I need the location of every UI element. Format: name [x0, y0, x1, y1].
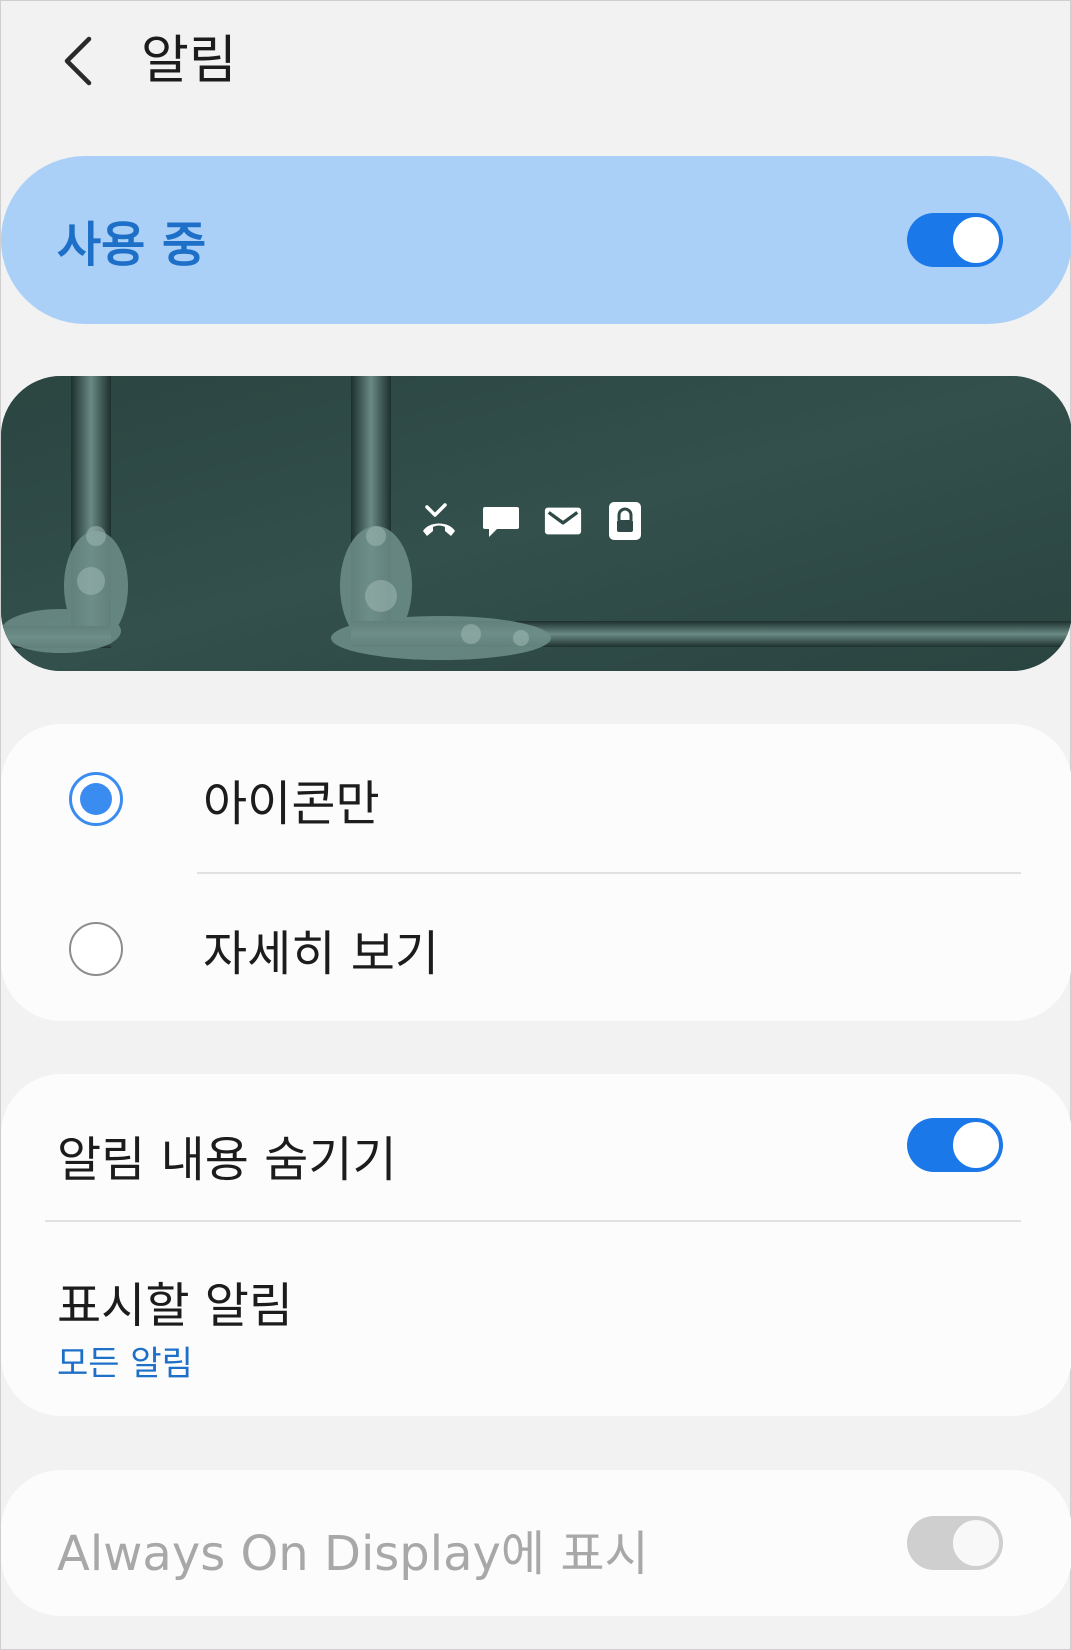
style-option-icons-only[interactable]: 아이콘만 [1, 724, 1071, 874]
radio-detailed[interactable] [69, 922, 123, 976]
aod-label: Always On Display에 표시 [57, 1526, 649, 1582]
notifications-to-show-value: 모든 알림 [57, 1344, 193, 1384]
aod-row[interactable]: Always On Display에 표시 [1, 1470, 1071, 1616]
aod-toggle[interactable] [907, 1516, 1003, 1570]
hide-content-toggle[interactable] [907, 1118, 1003, 1172]
missed-call-icon [419, 501, 459, 541]
hide-content-row[interactable]: 알림 내용 숨기기 [1, 1074, 1071, 1222]
preview-notification-icons [419, 501, 645, 541]
master-switch-label: 사용 중 [57, 217, 207, 273]
toggle-knob [951, 1120, 1001, 1170]
message-icon [481, 501, 521, 541]
style-option-label: 아이콘만 [203, 776, 380, 832]
lock-icon [605, 501, 645, 541]
hide-content-label: 알림 내용 숨기기 [57, 1132, 397, 1188]
notifications-to-show-label: 표시할 알림 [57, 1278, 294, 1334]
notification-style-card: 아이콘만 자세히 보기 [1, 724, 1071, 1021]
app-header: 알림 [1, 1, 1071, 131]
email-icon [543, 501, 583, 541]
style-option-detailed[interactable]: 자세히 보기 [1, 874, 1071, 1024]
style-option-label: 자세히 보기 [203, 926, 440, 982]
chevron-left-icon [64, 36, 92, 86]
notifications-to-show-row[interactable]: 표시할 알림 모든 알림 [1, 1222, 1071, 1416]
master-toggle[interactable] [907, 213, 1003, 267]
radio-icons-only[interactable] [69, 772, 123, 826]
page-title: 알림 [141, 31, 237, 91]
notification-settings-card: 알림 내용 숨기기 표시할 알림 모든 알림 [1, 1074, 1071, 1416]
toggle-knob [951, 215, 1001, 265]
toggle-knob [951, 1518, 1001, 1568]
master-switch-card[interactable]: 사용 중 [1, 156, 1071, 324]
aod-card: Always On Display에 표시 [1, 1470, 1071, 1616]
back-button[interactable] [49, 31, 109, 91]
